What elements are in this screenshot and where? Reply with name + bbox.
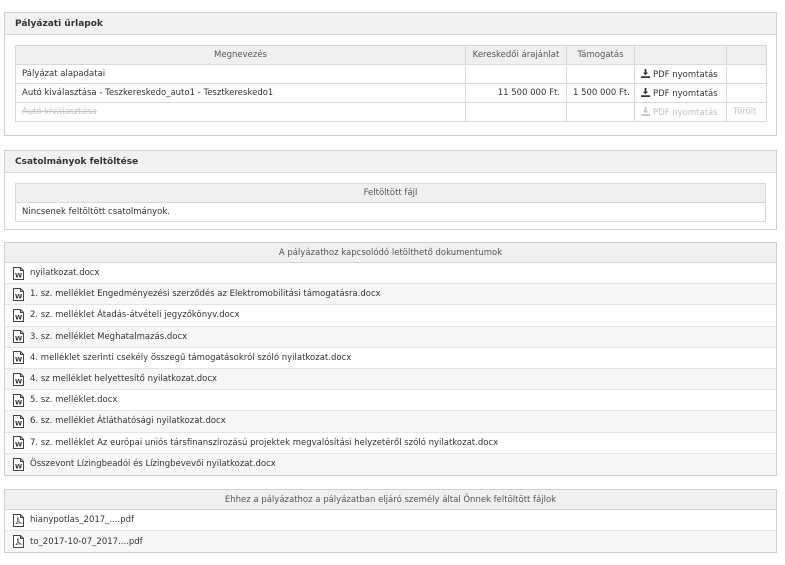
uploaded-header: Ehhez a pályázathoz a pályázatban eljáró… (5, 490, 776, 510)
svg-text:W: W (15, 462, 22, 470)
list-item[interactable]: W 5. sz. melléklet.docx (5, 390, 776, 412)
attachments-panel: Csatolmányok feltöltése Feltöltött fájl … (4, 150, 777, 230)
file-link[interactable]: 7. sz. melléklet Az európai uniós társfi… (30, 438, 498, 448)
file-link[interactable]: 4. sz melléklet helyettesítő nyilatkozat… (30, 374, 217, 384)
file-link[interactable]: 3. sz. melléklet Meghatalmazás.docx (30, 332, 187, 342)
row-name: Autó kiválasztása (15, 102, 466, 122)
table-row: Autó kiválasztása - Teszkereskedo_auto1 … (15, 83, 767, 103)
word-doc-icon: W (13, 414, 24, 428)
row-name: Autó kiválasztása - Teszkereskedo_auto1 … (15, 83, 466, 103)
word-doc-icon: W (13, 330, 24, 344)
svg-text:W: W (15, 292, 22, 300)
word-doc-icon: W (13, 308, 24, 322)
list-item[interactable]: W 2. sz. melléklet Átadás-átvételi jegyző… (5, 305, 776, 327)
file-link[interactable]: 2. sz. melléklet Átadás-átvételi jegyzők… (30, 310, 240, 320)
download-icon (641, 87, 650, 97)
documents-header: A pályázathoz kapcsolódó letölthető doku… (5, 243, 776, 263)
documents-panel: A pályázathoz kapcsolódó letölthető doku… (4, 242, 777, 476)
forms-panel: Pályázati űrlapok Megnevezés Kereskedői … (4, 12, 777, 136)
file-link[interactable]: 5. sz. melléklet.docx (30, 395, 117, 405)
forms-panel-title: Pályázati űrlapok (5, 13, 776, 35)
svg-text:W: W (15, 335, 22, 343)
row-offer: 11 500 000 Ft. (465, 83, 567, 103)
word-doc-icon: W (13, 393, 24, 407)
svg-text:W: W (15, 398, 22, 406)
attachments-table: Feltöltött fájl Nincsenek feltöltött csa… (15, 183, 766, 222)
table-row: Pályázat alapadatai PDF nyomtatás (15, 64, 767, 84)
list-item[interactable]: W 3. sz. melléklet Meghatalmazás.docx (5, 326, 776, 348)
col-header-status (726, 45, 767, 65)
word-doc-icon: W (13, 372, 24, 386)
pdf-print-label: PDF nyomtatás (653, 69, 718, 80)
word-doc-icon: W (13, 436, 24, 450)
file-link[interactable]: 6. sz. melléklet Átláthatósági nyilatkoz… (30, 416, 226, 426)
file-link[interactable]: Összevont Lízingbeadói és Lízingbevevői … (30, 459, 276, 469)
pdf-print-label: PDF nyomtatás (653, 88, 718, 99)
row-support: 1 500 000 Ft. (566, 83, 635, 103)
list-item[interactable]: W 4. melléklet szerinti csekély összegű t… (5, 348, 776, 369)
attachments-empty-text: Nincsenek feltöltött csatolmányok. (15, 202, 766, 222)
col-header-name: Megnevezés (15, 45, 466, 65)
pdf-file-icon (13, 513, 24, 527)
documents-list: Wnyilatkozat.docx W 1. sz. melléklet Enged… (5, 263, 776, 475)
pdf-print-link[interactable]: PDF nyomtatás (634, 64, 727, 84)
list-item[interactable]: Wnyilatkozat.docx (5, 263, 776, 285)
row-offer (465, 64, 567, 84)
col-header-support: Támogatás (566, 45, 635, 65)
list-item[interactable]: W Összevont Lízingbeadói és Lízingbevevői… (5, 453, 776, 475)
svg-text:W: W (15, 419, 22, 427)
row-offer (465, 102, 567, 122)
row-support (566, 64, 635, 84)
forms-table: Megnevezés Kereskedői árajánlat Támogatá… (15, 45, 767, 122)
pdf-print-link[interactable]: PDF nyomtatás (634, 83, 727, 103)
list-item[interactable]: W 4. sz melléklet helyettesítő nyilatkoza… (5, 368, 776, 391)
file-link[interactable]: nyilatkozat.docx (30, 268, 100, 278)
download-icon (641, 68, 650, 78)
svg-text:W: W (15, 377, 22, 385)
svg-text:W: W (15, 441, 22, 449)
file-link[interactable]: hianypotlas_2017_....pdf (30, 515, 134, 525)
svg-text:W: W (15, 271, 22, 279)
download-icon (641, 106, 650, 116)
list-item[interactable]: hianypotlas_2017_....pdf (5, 510, 776, 532)
word-doc-icon: W (13, 351, 24, 365)
word-doc-icon: W (13, 287, 24, 301)
svg-text:W: W (15, 356, 22, 364)
pdf-print-link-disabled: PDF nyomtatás (634, 102, 727, 122)
list-item[interactable]: to_2017-10-07_2017....pdf (5, 531, 776, 553)
list-item[interactable]: W 7. sz. melléklet Az európai uniós társf… (5, 433, 776, 454)
list-item[interactable]: W 1. sz. melléklet Engedményezési szerződ… (5, 284, 776, 306)
attachments-panel-title: Csatolmányok feltöltése (5, 151, 776, 173)
row-support (566, 102, 635, 122)
row-status-deleted: Törölt (726, 102, 767, 122)
word-doc-icon: W (13, 457, 24, 471)
row-status (726, 64, 767, 84)
row-name: Pályázat alapadatai (15, 64, 466, 84)
file-link[interactable]: 1. sz. melléklet Engedményezési szerződé… (30, 289, 381, 299)
col-header-uploaded-file: Feltöltött fájl (15, 183, 766, 203)
table-row: Autó kiválasztása PDF nyomtatás Törölt (15, 102, 767, 122)
pdf-print-label: PDF nyomtatás (653, 107, 718, 118)
pdf-file-icon (13, 535, 24, 549)
file-link[interactable]: 4. melléklet szerinti csekély összegű tá… (30, 353, 351, 363)
word-doc-icon: W (13, 266, 24, 280)
uploaded-panel: Ehhez a pályázathoz a pályázatban eljáró… (4, 489, 777, 553)
list-item[interactable]: W 6. sz. melléklet Átláthatósági nyilatko… (5, 411, 776, 433)
file-link[interactable]: to_2017-10-07_2017....pdf (30, 537, 143, 547)
col-header-actions (634, 45, 727, 65)
svg-text:W: W (15, 313, 22, 321)
row-status (726, 83, 767, 103)
col-header-offer: Kereskedői árajánlat (465, 45, 567, 65)
uploaded-list: hianypotlas_2017_....pdf to_2017-10-07_20… (5, 510, 776, 553)
